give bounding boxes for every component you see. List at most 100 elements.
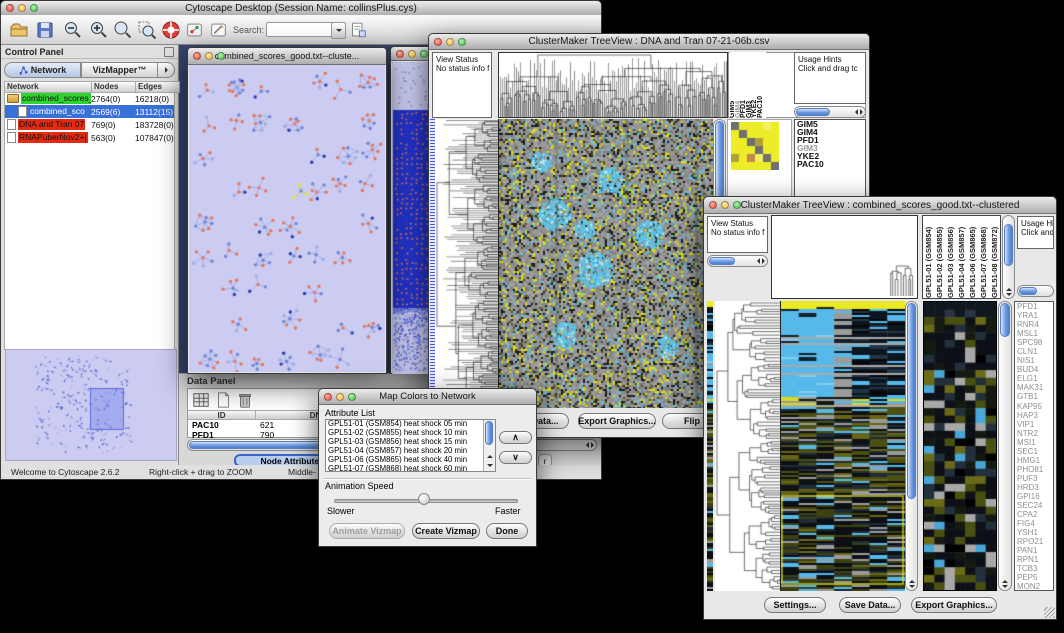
column-label[interactable]: GPL51-07 (GSM868) <box>978 216 989 298</box>
gene-label[interactable]: TCB3 <box>1015 564 1053 573</box>
column-label[interactable]: GPL51-01 (GSM854) <box>923 216 934 298</box>
column-label[interactable]: GPL51-06 (GSM865) <box>967 216 978 298</box>
gene-label[interactable]: PAN1 <box>1015 546 1053 555</box>
scroll-down-icon[interactable] <box>1002 585 1008 588</box>
tv2-zoom-heatmap[interactable] <box>923 301 997 591</box>
minimize-button[interactable] <box>408 50 416 58</box>
close-button[interactable] <box>193 52 201 60</box>
column-label[interactable]: GPL51-04 (GSM857) <box>956 216 967 298</box>
close-button[interactable] <box>6 4 14 12</box>
gene-label[interactable]: PAC10 <box>795 160 865 168</box>
tv2-hints-hscrollbar[interactable] <box>1017 285 1054 297</box>
network-row[interactable]: RNAPuberNov2+| 563(0) 107847(0) <box>5 131 174 144</box>
treeview2-titlebar[interactable]: ClusterMaker TreeView : combined_scores_… <box>704 197 1056 214</box>
scroll-right-icon[interactable] <box>762 258 765 264</box>
gene-label[interactable]: PHO81 <box>1015 465 1053 474</box>
zoom-button[interactable] <box>348 393 356 401</box>
scroll-right-icon[interactable] <box>860 109 863 115</box>
zoom-out-icon[interactable] <box>63 20 83 40</box>
gene-label[interactable]: NTR2 <box>1015 429 1053 438</box>
tv1-row-dendrogram[interactable] <box>435 119 498 408</box>
zoom-button[interactable] <box>217 52 225 60</box>
gene-label[interactable]: VIP1 <box>1015 420 1053 429</box>
attribute-item[interactable]: GPL51-07 (GSM868) heat shock 60 min <box>326 465 495 472</box>
gene-label[interactable]: RNR4 <box>1015 320 1053 329</box>
gene-label[interactable]: MSI1 <box>1015 438 1053 447</box>
gene-label[interactable]: PEP5 <box>1015 573 1053 582</box>
search-input[interactable] <box>266 22 334 37</box>
annotation-icon[interactable] <box>186 20 203 40</box>
help-lifebuoy-icon[interactable] <box>161 20 181 40</box>
scrollbar-thumb[interactable] <box>709 257 735 265</box>
network-row[interactable]: combined_sco 2569(6) 13112(15) <box>5 105 174 118</box>
network-view-titlebar[interactable]: combined_scores_good.txt--cluste... <box>188 48 386 65</box>
zoom-fit-icon[interactable] <box>113 20 133 40</box>
zoom-button[interactable] <box>458 38 466 46</box>
network-canvas[interactable] <box>189 65 385 372</box>
tv2-heatmap-vscrollbar[interactable] <box>905 301 918 591</box>
gene-label[interactable]: HMG1 <box>1015 456 1053 465</box>
scroll-down-icon[interactable] <box>487 464 493 467</box>
gene-label[interactable]: RPN1 <box>1015 555 1053 564</box>
scrollbar-thumb[interactable] <box>1004 224 1013 266</box>
network-row[interactable]: combined_scores_ 2764(0) 16218(0) <box>5 92 174 105</box>
network-row[interactable]: DNA and Tran 07 769(0) 183728(0) <box>5 118 174 131</box>
column-label[interactable]: GPL51-08 (GSM872) <box>989 216 1000 298</box>
dialog-titlebar[interactable]: Map Colors to Network <box>319 389 536 405</box>
tv2-status-hscrollbar[interactable] <box>707 255 768 267</box>
tab-vizmapper[interactable]: VizMapper™ <box>81 62 158 78</box>
zoom-button[interactable] <box>733 201 741 209</box>
save-icon[interactable] <box>35 20 55 40</box>
new-attribute-icon[interactable] <box>214 391 232 409</box>
scroll-left-icon[interactable] <box>757 258 760 264</box>
zoom-in-icon[interactable] <box>89 20 109 40</box>
close-button[interactable] <box>396 50 404 58</box>
minimize-button[interactable] <box>18 4 26 12</box>
column-label[interactable]: GPL51-03 (GSM856) <box>945 216 956 298</box>
minimize-button[interactable] <box>721 201 729 209</box>
export-graphics-button[interactable]: Export Graphics... <box>911 597 997 613</box>
tv1-hints-hscrollbar[interactable] <box>794 106 866 118</box>
scroll-left-icon[interactable] <box>855 109 858 115</box>
tv2-heatmap[interactable] <box>780 301 905 591</box>
gene-label[interactable]: HAP3 <box>1015 411 1053 420</box>
gene-label[interactable]: GPI16 <box>1015 492 1053 501</box>
zoom-selected-icon[interactable] <box>137 20 157 40</box>
close-button[interactable] <box>324 393 332 401</box>
scroll-up-icon[interactable] <box>1002 580 1008 583</box>
open-folder-icon[interactable] <box>9 20 29 40</box>
search-dropdown-button[interactable] <box>331 22 346 39</box>
move-down-button[interactable]: ∨ <box>499 451 532 464</box>
treeview1-titlebar[interactable]: ClusterMaker TreeView : DNA and Tran 07-… <box>429 34 869 50</box>
scroll-up-icon[interactable] <box>487 455 493 458</box>
tv2-row-dendrogram[interactable] <box>715 301 780 591</box>
col-network[interactable]: Network <box>4 81 92 93</box>
gene-label[interactable]: FIG4 <box>1015 519 1053 528</box>
gene-label[interactable]: KAP95 <box>1015 402 1053 411</box>
gene-label[interactable]: GTB1 <box>1015 392 1053 401</box>
save-data-button[interactable]: Save Data... <box>839 597 901 613</box>
gene-label[interactable]: CLN1 <box>1015 347 1053 356</box>
resize-grip[interactable] <box>1044 607 1055 618</box>
scroll-down-icon[interactable] <box>1006 293 1012 296</box>
scroll-left-icon[interactable] <box>586 442 589 448</box>
main-titlebar[interactable]: Cytoscape Desktop (Session Name: collins… <box>1 1 601 16</box>
scroll-down-icon[interactable] <box>909 585 915 588</box>
tv2-labels-vscrollbar[interactable] <box>1002 215 1015 299</box>
gene-label[interactable]: YRA1 <box>1015 311 1053 320</box>
gene-label[interactable]: PFD1 <box>1015 302 1053 311</box>
move-up-button[interactable]: ∧ <box>499 431 532 444</box>
gene-label[interactable]: MON2 <box>1015 582 1053 591</box>
gene-label[interactable]: YSH1 <box>1015 528 1053 537</box>
done-button[interactable]: Done <box>486 523 528 539</box>
attribute-list[interactable]: GPL51-01 (GSM854) heat shock 05 minGPL51… <box>325 419 496 472</box>
gene-label[interactable]: PUF3 <box>1015 474 1053 483</box>
export-graphics-button[interactable]: Export Graphics... <box>578 413 656 429</box>
close-button[interactable] <box>709 201 717 209</box>
scrollbar-thumb[interactable] <box>485 421 493 445</box>
zoom-button[interactable] <box>30 4 38 12</box>
close-button[interactable] <box>434 38 442 46</box>
create-vizmap-button[interactable]: Create Vizmap <box>412 523 480 539</box>
id-column-header[interactable]: ID <box>188 410 256 420</box>
minimize-button[interactable] <box>446 38 454 46</box>
